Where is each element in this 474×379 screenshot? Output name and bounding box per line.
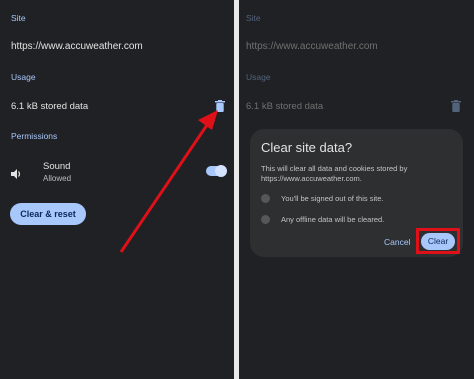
red-arrow-annotation: [119, 110, 218, 253]
